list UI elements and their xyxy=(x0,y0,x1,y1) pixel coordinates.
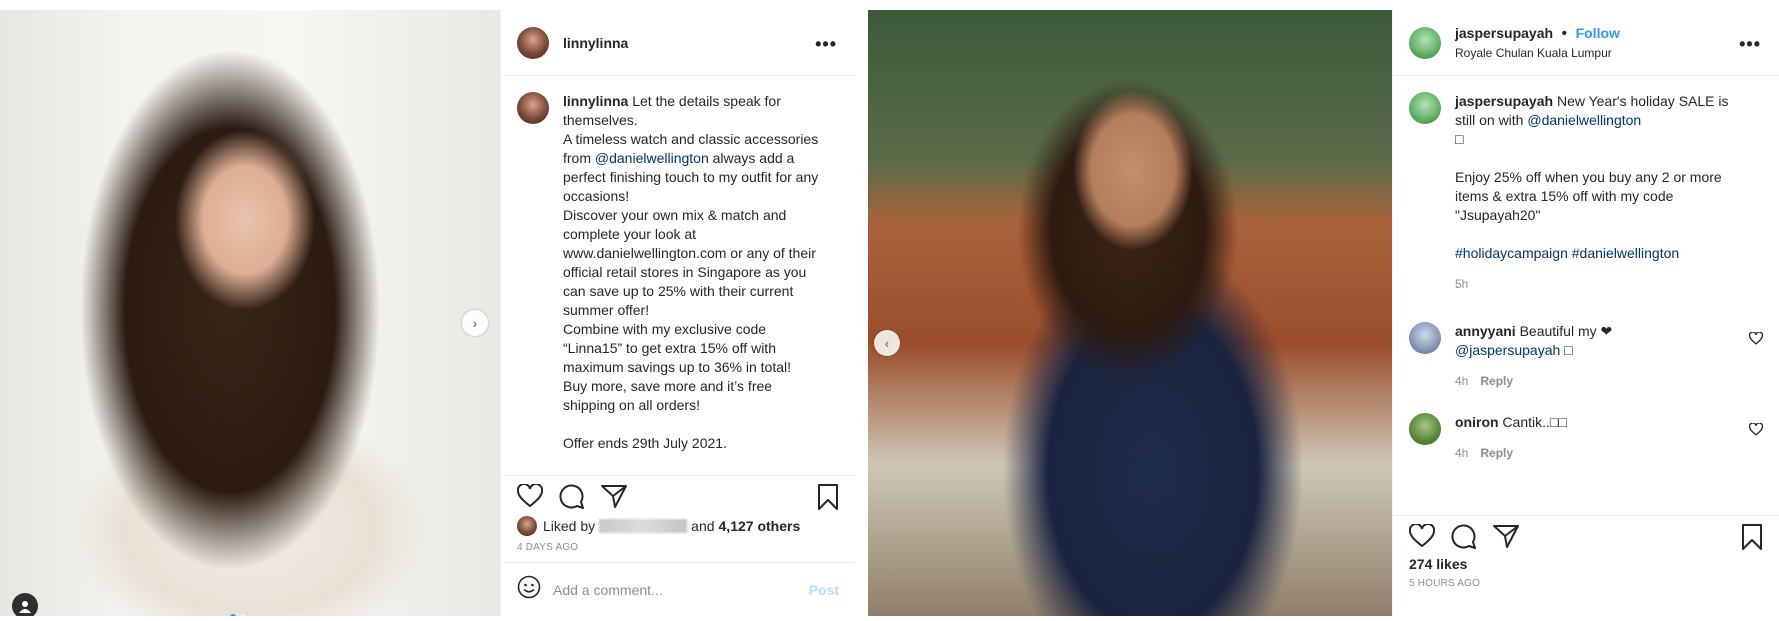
comment: annyyani Beautiful my ❤ @jaspersupayah □… xyxy=(1409,322,1764,391)
action-bar xyxy=(1393,516,1779,556)
header-username[interactable]: jaspersupayah xyxy=(1455,25,1553,41)
share-icon[interactable] xyxy=(601,484,627,508)
prev-image-arrow[interactable]: ‹ xyxy=(874,330,900,356)
heart-icon[interactable] xyxy=(517,484,543,508)
mention-link[interactable]: @jaspersupayah xyxy=(1455,342,1560,358)
post-comment-button[interactable]: Post xyxy=(809,582,839,598)
caption-line: Offer ends 29th July 2021. xyxy=(563,435,727,451)
heart-icon[interactable] xyxy=(1748,331,1764,350)
instagram-post-linnylinna: › linnylinna ••• linnylinna Let the deta… xyxy=(0,0,855,621)
commenter-username[interactable]: oniron xyxy=(1455,414,1499,430)
liked-by-and: and xyxy=(691,518,715,534)
comment-time: 4h xyxy=(1455,374,1469,388)
blurred-username[interactable] xyxy=(599,519,688,533)
bookmark-icon[interactable] xyxy=(817,484,839,515)
more-options-icon[interactable]: ••• xyxy=(1739,34,1761,55)
post-header: jaspersupayah • Follow Royale Chulan Kua… xyxy=(1393,10,1779,76)
avatar[interactable] xyxy=(517,26,549,59)
comment-text: Cantik..□□ xyxy=(1498,414,1567,430)
caption-line: Discover your own mix & match and comple… xyxy=(563,207,816,318)
comment-input[interactable] xyxy=(553,581,809,598)
dot-separator: • xyxy=(1561,25,1568,42)
commenter-avatar[interactable] xyxy=(1409,322,1441,354)
liker-avatar[interactable] xyxy=(517,516,537,536)
follow-button[interactable]: Follow xyxy=(1576,25,1620,41)
likes-count[interactable]: 274 likes xyxy=(1393,556,1779,572)
share-icon[interactable] xyxy=(1493,524,1519,548)
liked-by-row: Liked by and 4,127 others xyxy=(501,516,855,536)
heart-icon[interactable] xyxy=(1748,422,1764,441)
post-photo[interactable]: ‹ xyxy=(868,10,1392,616)
caption-time: 5h xyxy=(1455,277,1469,291)
carousel-dot xyxy=(240,614,246,616)
post-timestamp[interactable]: 5 HOURS AGO xyxy=(1393,572,1779,589)
post-side-panel: linnylinna ••• linnylinna Let the detail… xyxy=(500,10,855,616)
mention-link[interactable]: @danielwellington xyxy=(1527,112,1641,128)
post-header: linnylinna ••• xyxy=(501,10,855,76)
heart-icon[interactable] xyxy=(1409,524,1435,548)
post-photo[interactable]: › xyxy=(0,10,500,616)
caption-line: Buy more, save more and it’s free shippi… xyxy=(563,378,773,413)
chevron-right-icon: › xyxy=(472,315,478,331)
comment-emoji: □ xyxy=(1560,342,1573,358)
user-tag-icon[interactable] xyxy=(12,593,38,616)
reply-button[interactable]: Reply xyxy=(1480,374,1513,388)
emoji-icon[interactable] xyxy=(517,575,541,604)
comment-icon[interactable] xyxy=(1451,523,1477,549)
caption-username[interactable]: jaspersupayah xyxy=(1455,93,1553,109)
hashtag-links[interactable]: #holidaycampaign #danielwellington xyxy=(1455,244,1745,263)
header-username[interactable]: linnylinna xyxy=(563,35,628,51)
bookmark-icon[interactable] xyxy=(1741,524,1763,555)
add-comment-bar: Post xyxy=(501,562,855,616)
caption-area: jaspersupayah New Year's holiday SALE is… xyxy=(1393,76,1779,516)
caption-text: linnylinna Let the details speak for the… xyxy=(563,92,823,453)
caption-emoji: □ xyxy=(1455,131,1464,147)
caption-avatar[interactable] xyxy=(1409,92,1441,124)
comment-time: 4h xyxy=(1455,446,1469,460)
liked-by-count[interactable]: 4,127 others xyxy=(719,518,801,534)
caption-text: jaspersupayah New Year's holiday SALE is… xyxy=(1455,92,1745,294)
commenter-avatar[interactable] xyxy=(1409,413,1441,445)
liked-by-label: Liked by xyxy=(543,518,596,534)
carousel-dots xyxy=(230,614,246,616)
caption-avatar[interactable] xyxy=(517,92,549,124)
caption-line: Combine with my exclusive code “Linna15”… xyxy=(563,321,791,375)
post-timestamp[interactable]: 4 DAYS AGO xyxy=(501,536,855,553)
comment-icon[interactable] xyxy=(559,483,585,509)
location-link[interactable]: Royale Chulan Kuala Lumpur xyxy=(1455,46,1620,60)
caption-line: Enjoy 25% off when you buy any 2 or more… xyxy=(1455,169,1722,223)
action-bar xyxy=(501,476,855,516)
instagram-post-jaspersupayah: ‹ jaspersupayah • Follow Royale Chulan K… xyxy=(868,0,1779,621)
caption-area: linnylinna Let the details speak for the… xyxy=(501,76,855,476)
comment: oniron Cantik..□□ 4h Reply xyxy=(1409,413,1764,463)
commenter-username[interactable]: annyyani xyxy=(1455,323,1516,339)
next-image-arrow[interactable]: › xyxy=(462,310,488,336)
carousel-dot xyxy=(230,614,236,616)
comment-text: Beautiful my ❤ xyxy=(1515,323,1613,339)
caption-username[interactable]: linnylinna xyxy=(563,93,628,109)
avatar[interactable] xyxy=(1409,26,1441,59)
mention-link[interactable]: @danielwellington xyxy=(595,150,709,166)
chevron-left-icon: ‹ xyxy=(884,335,890,351)
reply-button[interactable]: Reply xyxy=(1480,446,1513,460)
post-side-panel: jaspersupayah • Follow Royale Chulan Kua… xyxy=(1392,10,1779,616)
more-options-icon[interactable]: ••• xyxy=(815,34,837,55)
